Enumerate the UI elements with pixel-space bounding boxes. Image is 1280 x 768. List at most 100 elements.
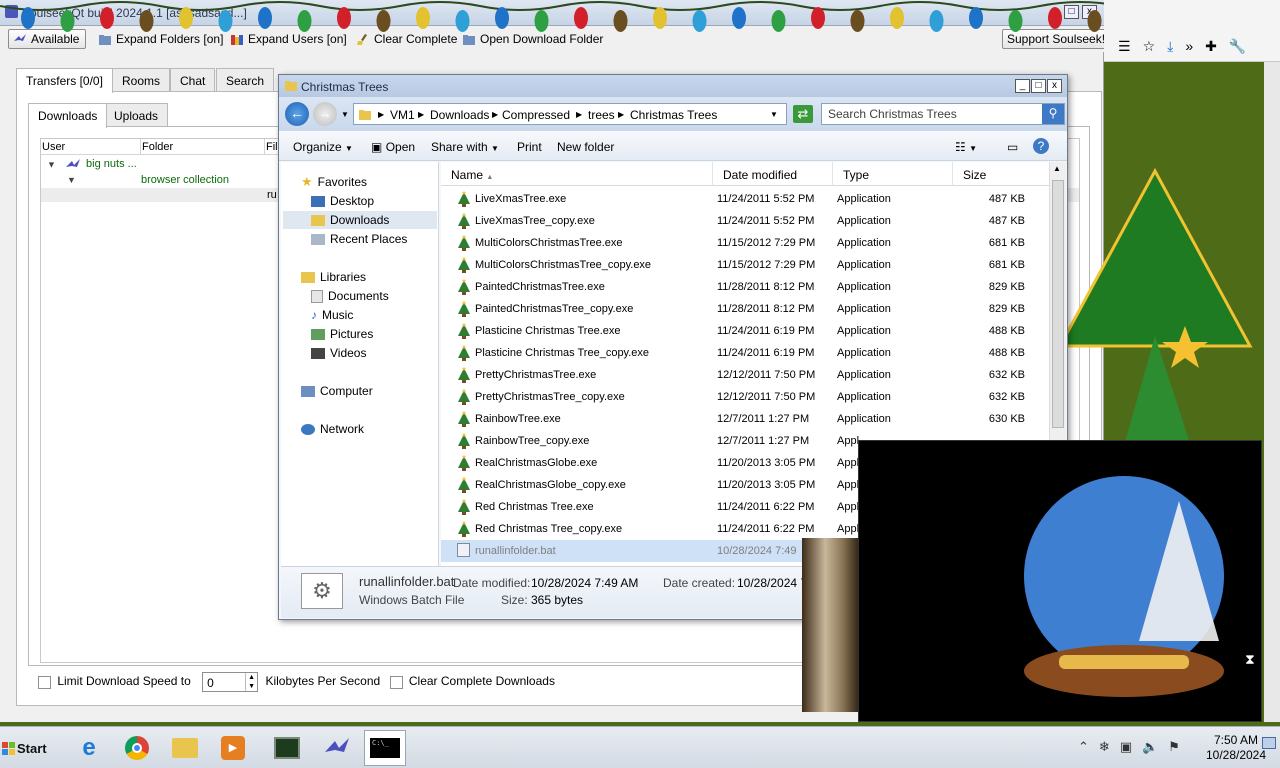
bookmark-star-icon[interactable]: ☆ [1143,38,1156,55]
explorer-titlebar[interactable]: Christmas Trees _ □ x [279,75,1067,97]
column-folder[interactable]: Folder [141,139,265,155]
organize-button[interactable]: Organize ▼ [293,140,353,154]
open-button[interactable]: ▣ Open [371,140,415,154]
taskbar-media-player[interactable]: ▶ [212,730,254,766]
search-icon[interactable]: ⚲ [1042,104,1064,124]
support-soulseek-button[interactable]: Support Soulseek! [1002,29,1113,49]
network-tray-icon[interactable]: ▣ [1120,739,1132,755]
address-breadcrumb[interactable]: ▶ VM1 ▶ Downloads ▶ Compressed ▶ trees ▶… [353,103,787,125]
available-button[interactable]: Available [8,29,87,49]
tree-folder-row[interactable]: ▼ browser collection [67,174,229,186]
history-dropdown-icon[interactable]: ▼ [341,110,349,119]
crumb-christmas-trees[interactable]: Christmas Trees [630,108,717,122]
nav-recent-places[interactable]: Recent Places [311,230,407,248]
action-center-flag-icon[interactable]: ⚑ [1168,739,1180,755]
taskbar-soulseek[interactable] [316,730,358,766]
column-type[interactable]: Type [833,162,953,186]
help-icon[interactable]: ? [1033,138,1049,154]
maximize-button[interactable]: □ [1031,79,1046,93]
taskbar-explorer[interactable] [164,730,206,766]
open-download-folder-button[interactable]: Open Download Folder [458,29,609,49]
print-button[interactable]: Print [517,140,542,154]
close-button[interactable]: x [1047,79,1062,93]
nav-music[interactable]: ♪ Music [311,306,353,324]
file-row[interactable]: LiveXmasTree.exe 11/24/2011 5:52 PM Applic… [441,188,1049,210]
file-row[interactable]: MultiColorsChristmasTree_copy.exe 11/15/2… [441,254,1049,276]
preview-pane-icon[interactable]: ▭ [1007,140,1018,154]
taskbar-task-manager[interactable] [266,730,308,766]
spin-arrows-icon[interactable]: ▲ ▼ [245,673,257,691]
nav-computer[interactable]: Computer [301,382,373,400]
start-button[interactable]: Start [2,733,54,763]
column-user[interactable]: User [41,139,141,155]
view-options-icon[interactable]: ☷ ▼ [955,140,977,154]
column-size[interactable]: Size [953,162,1049,186]
tab-chat[interactable]: Chat [170,68,216,92]
more-chevron-icon[interactable]: » [1185,38,1193,55]
tab-downloads[interactable]: Downloads [28,103,108,128]
scroll-up-icon[interactable]: ▲ [1053,164,1061,173]
column-name[interactable]: Name ▲ [441,162,713,186]
crumb-compressed[interactable]: Compressed [502,108,570,122]
snowflake-icon[interactable]: ❄ [1099,739,1110,755]
close-button[interactable]: x [1082,5,1097,19]
tab-transfers[interactable]: Transfers [0/0] [16,68,113,93]
tab-search[interactable]: Search [216,68,275,92]
file-row[interactable]: Plasticine Christmas Tree.exe 11/24/2011 … [441,320,1049,342]
expand-folders-button[interactable]: Expand Folders [on] [94,29,229,49]
file-row[interactable]: LiveXmasTree_copy.exe 11/24/2011 5:52 PM A… [441,210,1049,232]
nav-desktop[interactable]: Desktop [311,192,374,210]
nav-network[interactable]: Network [301,420,364,438]
taskbar-ie[interactable]: e [68,730,110,766]
nav-documents[interactable]: Documents [311,287,389,305]
show-desktop-button[interactable] [1262,737,1276,749]
file-row[interactable]: RainbowTree.exe 12/7/2011 1:27 PM Applicat… [441,408,1049,430]
file-row[interactable]: PaintedChristmasTree_copy.exe 11/28/2011 … [441,298,1049,320]
clear-complete-button[interactable]: Clear Complete [352,29,463,49]
clear-complete-checkbox[interactable] [389,675,403,689]
taskbar-chrome[interactable] [116,730,158,766]
refresh-icon[interactable]: ⇄ [793,105,813,123]
tab-rooms[interactable]: Rooms [112,68,171,92]
extensions-puzzle-icon[interactable]: ✚ [1205,38,1217,55]
file-row[interactable]: PaintedChristmasTree.exe 11/28/2011 8:12 … [441,276,1049,298]
expand-users-button[interactable]: Expand Users [on] [226,29,353,49]
address-dropdown-icon[interactable]: ▼ [770,110,778,119]
crumb-trees[interactable]: trees [588,108,615,122]
file-row[interactable]: Plasticine Christmas Tree_copy.exe 11/24/… [441,342,1049,364]
maximize-button[interactable]: □ [1064,5,1079,19]
nav-libraries[interactable]: Libraries [301,268,366,286]
taskbar-command-prompt[interactable]: C:\_ [364,730,406,766]
tab-uploads[interactable]: Uploads [104,103,169,127]
browser-scrollbar[interactable] [1264,62,1280,722]
show-hidden-icons-icon[interactable]: ⌃ [1078,739,1089,755]
computer-icon [301,385,315,397]
nav-videos[interactable]: Videos [311,344,366,362]
speed-spinbox[interactable]: 0 ▲ ▼ [202,672,259,692]
column-date-modified[interactable]: Date modified [713,162,833,186]
collapse-arrow-icon[interactable]: ▼ [67,175,76,185]
collapse-arrow-icon[interactable]: ▼ [47,159,56,169]
minimize-button[interactable]: _ [1015,79,1030,93]
file-row[interactable]: PrettyChristmasTree.exe 12/12/2011 7:50 P… [441,364,1049,386]
file-row[interactable]: MultiColorsChristmasTree.exe 11/15/2012 7… [441,232,1049,254]
crumb-downloads[interactable]: Downloads [430,108,489,122]
download-icon[interactable]: ⤓ [1167,38,1173,55]
tree-user-row[interactable]: ▼ big nuts ... [47,158,137,171]
share-with-button[interactable]: Share with ▼ [431,140,499,154]
new-folder-button[interactable]: New folder [557,140,614,154]
search-input[interactable]: Search Christmas Trees ⚲ [821,103,1065,125]
file-row[interactable]: PrettyChristmasTree_copy.exe 12/12/2011 7… [441,386,1049,408]
reader-icon[interactable]: ☰ [1118,38,1131,55]
nav-pictures[interactable]: Pictures [311,325,373,343]
limit-speed-checkbox[interactable] [38,675,51,689]
wrench-icon[interactable]: 🔧 [1229,38,1246,55]
soulseek-titlebar[interactable]: SoulseekQt build 2024.1.1 [asdsadsasd...… [0,0,1104,26]
back-button[interactable]: ← [285,102,309,126]
nav-downloads[interactable]: Downloads [283,211,437,229]
scrollbar-thumb[interactable] [1052,180,1064,428]
crumb-vm1[interactable]: VM1 [390,108,415,122]
forward-button[interactable]: → [313,102,337,126]
nav-favorites[interactable]: ★ Favorites [301,173,367,191]
volume-muted-icon[interactable]: 🔈 [1142,739,1158,755]
